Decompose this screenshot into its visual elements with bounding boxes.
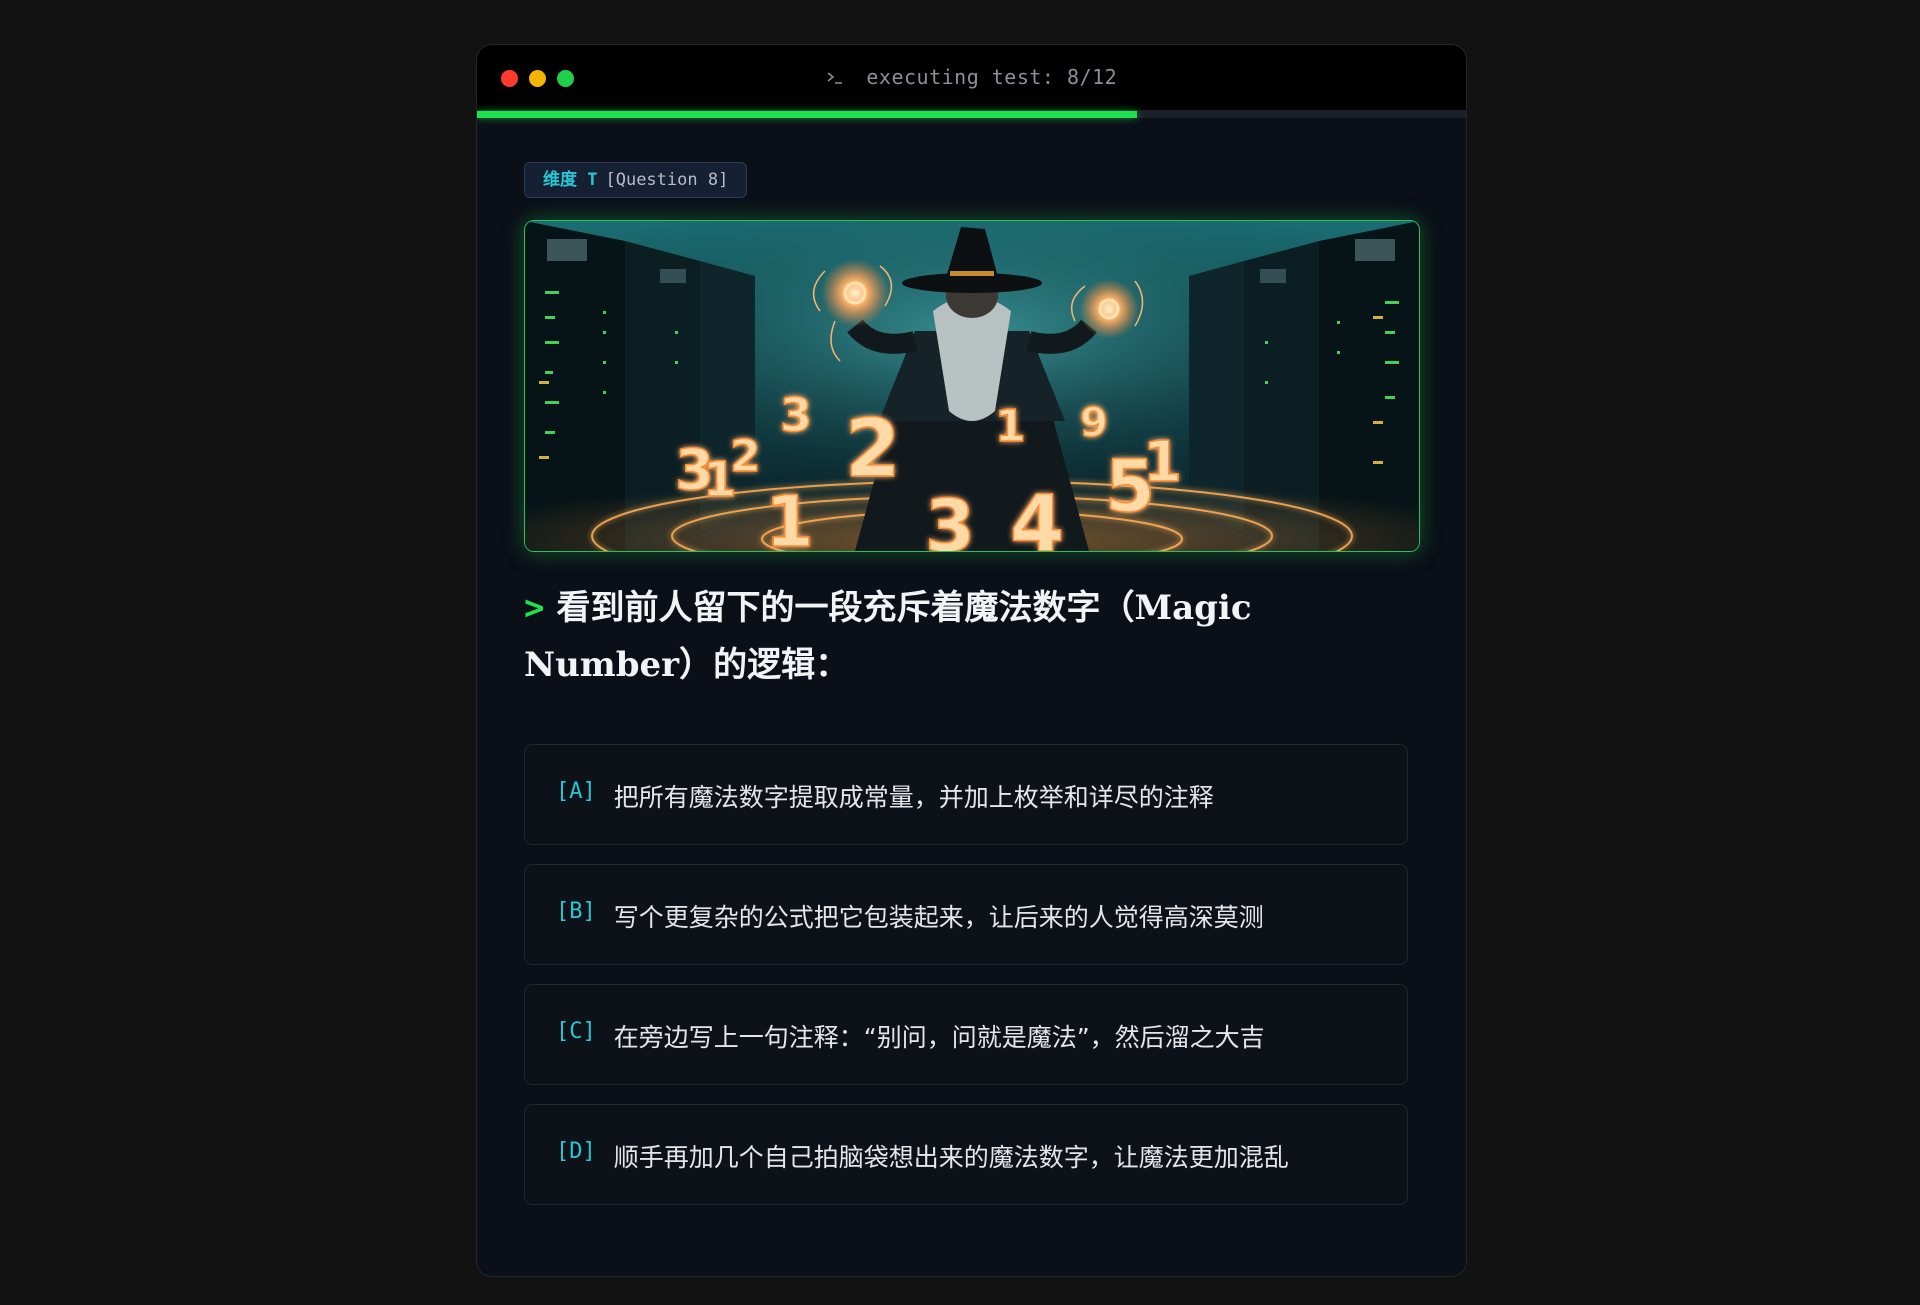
- question-card: 维度 T [Question 8] 3 1 2 3 2 1 3 1 4 9 5 …: [477, 118, 1466, 1205]
- option-label: 在旁边写上一句注释：“别问，问就是魔法”，然后溜之大吉: [613, 1022, 1265, 1052]
- question-text: > 看到前人留下的一段充斥着魔法数字（Magic Number）的逻辑：: [524, 580, 1418, 694]
- option-key: [B]: [556, 899, 596, 924]
- glowing-number: 4: [1010, 480, 1064, 551]
- option-key: [A]: [556, 779, 596, 804]
- progress-bar-fill: [477, 111, 1137, 118]
- answer-options: [A] 把所有魔法数字提取成常量，并加上枚举和详尽的注释 [B] 写个更复杂的公…: [524, 744, 1419, 1205]
- window-title-text: executing test: 8/12: [866, 65, 1118, 89]
- progress-bar: [477, 111, 1466, 118]
- wizard-illustration: 3123 21 314951: [525, 221, 1419, 551]
- option-label: 顺手再加几个自己拍脑袋想出来的魔法数字，让魔法更加混乱: [613, 1142, 1289, 1172]
- option-d-button[interactable]: [D] 顺手再加几个自己拍脑袋想出来的魔法数字，让魔法更加混乱: [524, 1104, 1408, 1205]
- window-title: executing test: 8/12: [477, 65, 1466, 89]
- glowing-number: 3: [925, 484, 975, 551]
- option-b-button[interactable]: [B] 写个更复杂的公式把它包装起来，让后来的人觉得高深莫测: [524, 864, 1408, 965]
- option-label: 把所有魔法数字提取成常量，并加上枚举和详尽的注释: [613, 782, 1214, 812]
- glowing-number: 3: [780, 388, 812, 442]
- question-number-label: [Question 8]: [605, 170, 729, 190]
- dimension-label: 维度 T: [543, 170, 598, 190]
- question-tag: 维度 T [Question 8]: [524, 162, 748, 198]
- question-illustration: 312321314951: [524, 220, 1420, 552]
- option-c-button[interactable]: [C] 在旁边写上一句注释：“别问，问就是魔法”，然后溜之大吉: [524, 984, 1408, 1085]
- glowing-number: 2: [845, 402, 901, 495]
- option-a-button[interactable]: [A] 把所有魔法数字提取成常量，并加上枚举和详尽的注释: [524, 744, 1408, 845]
- option-label: 写个更复杂的公式把它包装起来，让后来的人觉得高深莫测: [613, 902, 1264, 932]
- title-bar: executing test: 8/12: [477, 45, 1466, 111]
- quiz-window: executing test: 8/12 维度 T [Question 8] 3…: [476, 44, 1467, 1277]
- terminal-prompt-icon: [826, 65, 857, 89]
- glowing-number: 1: [765, 481, 814, 551]
- glowing-number: 2: [730, 431, 761, 482]
- glowing-number: 1: [995, 401, 1026, 452]
- option-key: [C]: [556, 1019, 596, 1044]
- glowing-number: 9: [1080, 400, 1108, 446]
- question-body: 看到前人留下的一段充斥着魔法数字（Magic Number）的逻辑：: [524, 588, 1252, 685]
- glowing-number: 1: [1143, 430, 1182, 495]
- option-key: [D]: [556, 1139, 596, 1164]
- prompt-caret: >: [524, 588, 545, 628]
